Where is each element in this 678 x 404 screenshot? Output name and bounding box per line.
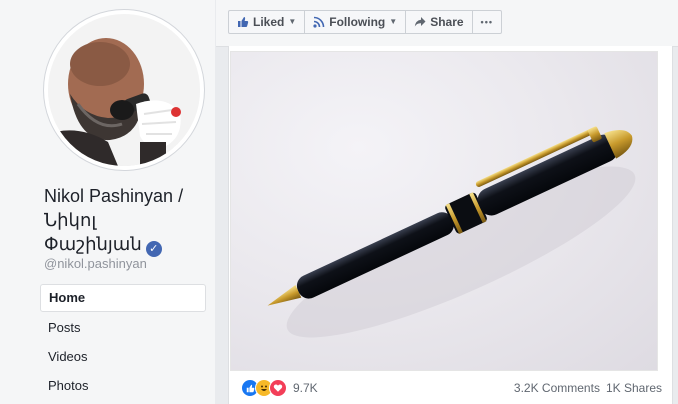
page-actions: Liked ▼ Following ▼ Share ••• — [228, 10, 502, 34]
page-action-bar: Liked ▼ Following ▼ Share ••• — [216, 0, 678, 47]
post-card: 9.7K 3.2K Comments 1K Shares — [228, 46, 673, 404]
share-button[interactable]: Share — [406, 11, 473, 33]
chevron-down-icon: ▼ — [389, 17, 398, 26]
verified-badge-icon: ✓ — [145, 241, 162, 257]
page-title: Nikol Pashinyan / Նիկոլ Փաշինյան ✓ — [44, 184, 204, 257]
nav-item-posts[interactable]: Posts — [40, 315, 206, 341]
nav-item-videos[interactable]: Videos — [40, 344, 206, 370]
pen-image — [267, 126, 636, 338]
avatar — [48, 14, 200, 166]
post-stats: 3.2K Comments 1K Shares — [514, 379, 662, 397]
following-label: Following — [329, 15, 386, 29]
comments-count-link[interactable]: 3.2K Comments — [514, 379, 600, 397]
reaction-count: 9.7K — [293, 381, 318, 395]
share-arrow-icon — [414, 17, 426, 27]
page-name-latin: Nikol Pashinyan / — [44, 186, 184, 206]
profile-picture[interactable] — [44, 10, 204, 170]
love-reaction-icon — [269, 379, 287, 397]
profile-photo-graphic — [48, 14, 200, 166]
thumbs-up-icon — [238, 17, 249, 27]
page-sidebar: Nikol Pashinyan / Նիկոլ Փաշինյան ✓ @nikol… — [0, 0, 215, 404]
more-options-button[interactable]: ••• — [473, 11, 501, 33]
rss-icon — [313, 16, 325, 28]
page-name-armenian-last: Փաշինյան — [44, 234, 142, 254]
nav-item-home[interactable]: Home — [40, 284, 206, 312]
share-label: Share — [430, 15, 464, 29]
nav-item-photos[interactable]: Photos — [40, 373, 206, 399]
page-name-armenian-first: Նիկոլ — [44, 210, 97, 230]
following-button[interactable]: Following ▼ — [305, 11, 407, 33]
page-navigation: Home Posts Videos Photos — [40, 284, 206, 402]
liked-label: Liked — [253, 15, 285, 29]
shares-count-link[interactable]: 1K Shares — [606, 379, 662, 397]
reaction-summary[interactable]: 9.7K — [241, 379, 318, 397]
liked-button[interactable]: Liked ▼ — [229, 11, 306, 33]
more-dots-icon: ••• — [480, 17, 493, 27]
main-content: Liked ▼ Following ▼ Share ••• 9.7K 3.2K … — [216, 0, 678, 404]
post-photo[interactable] — [230, 51, 658, 371]
page-username[interactable]: @nikol.pashinyan — [44, 256, 147, 271]
page-name-armenian-last-row: Փաշինյան ✓ — [44, 232, 204, 257]
chevron-down-icon: ▼ — [288, 17, 297, 26]
